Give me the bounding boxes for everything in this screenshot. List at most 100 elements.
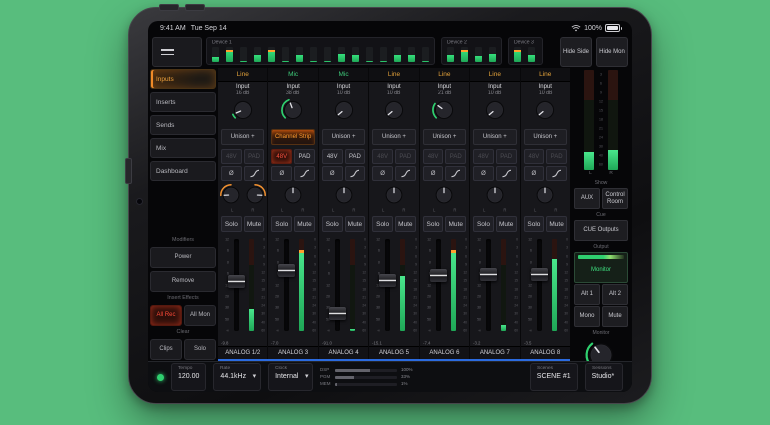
gain-knob[interactable] — [381, 97, 407, 123]
solo-button[interactable]: Solo — [271, 216, 292, 232]
fader-cap[interactable] — [329, 307, 346, 320]
solo-button[interactable]: Solo — [372, 216, 393, 232]
device-tab-1[interactable]: Device 1 — [206, 37, 435, 65]
fader-track[interactable] — [537, 239, 542, 331]
pad-button[interactable]: PAD — [546, 149, 567, 164]
sidebar-item-inputs[interactable]: Inputs — [150, 69, 216, 89]
sidebar-button-solo[interactable]: Solo — [184, 339, 216, 360]
low-cut-button[interactable] — [294, 166, 315, 181]
fader-track[interactable] — [486, 239, 491, 331]
aux-button[interactable]: AUX — [574, 188, 600, 209]
unison-slot-button[interactable]: Unison + — [221, 129, 264, 145]
sidebar-button-power[interactable]: Power — [150, 247, 216, 268]
device-tab-2[interactable]: Device 2 — [441, 37, 502, 65]
phase-button[interactable]: Ø — [473, 166, 494, 181]
phantom-48v-button[interactable]: 48V — [322, 149, 343, 164]
mute-button[interactable]: Mute — [294, 216, 315, 232]
phase-button[interactable]: Ø — [372, 166, 393, 181]
fader-cap[interactable] — [531, 268, 548, 281]
sidebar-item-sends[interactable]: Sends — [150, 115, 216, 135]
fader-cap[interactable] — [278, 264, 295, 277]
solo-button[interactable]: Solo — [221, 216, 242, 232]
phantom-48v-button[interactable]: 48V — [423, 149, 444, 164]
phantom-48v-button[interactable]: 48V — [524, 149, 545, 164]
unison-slot-button[interactable]: Unison + — [473, 129, 516, 145]
mute-button[interactable]: Mute — [244, 216, 265, 232]
gain-knob[interactable] — [431, 97, 457, 123]
sidebar-button-all-rec[interactable]: All Rec — [150, 305, 182, 326]
gain-knob[interactable] — [230, 97, 256, 123]
phase-button[interactable]: Ø — [423, 166, 444, 181]
low-cut-button[interactable] — [496, 166, 517, 181]
fader-cap[interactable] — [379, 274, 396, 287]
unison-slot-button[interactable]: Unison + — [524, 129, 567, 145]
fader-track[interactable] — [436, 239, 441, 331]
pad-button[interactable]: PAD — [496, 149, 517, 164]
fader-track[interactable] — [234, 239, 239, 331]
solo-button[interactable]: Solo — [473, 216, 494, 232]
solo-button[interactable]: Solo — [322, 216, 343, 232]
unison-slot-button[interactable]: Unison + — [372, 129, 415, 145]
phantom-48v-button[interactable]: 48V — [473, 149, 494, 164]
phase-button[interactable]: Ø — [322, 166, 343, 181]
unison-slot-button[interactable]: Unison + — [423, 129, 466, 145]
low-cut-button[interactable] — [345, 166, 366, 181]
unison-slot-button[interactable]: Unison + — [322, 129, 365, 145]
sample-rate-select[interactable]: Rate 44.1kHz ▾ — [213, 363, 261, 391]
phase-button[interactable]: Ø — [271, 166, 292, 181]
solo-button[interactable]: Solo — [524, 216, 545, 232]
pan-knob[interactable] — [219, 183, 243, 207]
mute-button[interactable]: Mute — [395, 216, 416, 232]
pan-knob[interactable] — [332, 183, 356, 207]
phantom-48v-button[interactable]: 48V — [221, 149, 242, 164]
phase-button[interactable]: Ø — [524, 166, 545, 181]
monitor-output-button[interactable]: Monitor — [574, 252, 628, 283]
clock-select[interactable]: Clock Internal ▾ — [268, 363, 313, 391]
sidebar-button-all-mon[interactable]: All Mon — [184, 305, 216, 326]
fader-track[interactable] — [385, 239, 390, 331]
pad-button[interactable]: PAD — [294, 149, 315, 164]
gain-knob[interactable] — [331, 97, 357, 123]
fader-cap[interactable] — [480, 268, 497, 281]
device-tab-3[interactable]: Device 3 — [508, 37, 543, 65]
tempo-box[interactable]: Tempo 120.00 — [171, 363, 206, 391]
gain-knob[interactable] — [482, 97, 508, 123]
mute-button[interactable]: Mute — [546, 216, 567, 232]
mute-button[interactable]: Mute — [496, 216, 517, 232]
pad-button[interactable]: PAD — [345, 149, 366, 164]
pad-button[interactable]: PAD — [244, 149, 265, 164]
scenes-box[interactable]: Scenes SCENE #1 — [530, 363, 578, 391]
hide-side-button[interactable]: Hide Side — [560, 37, 592, 67]
sidebar-item-inserts[interactable]: Inserts — [150, 92, 216, 112]
phantom-48v-button[interactable]: 48V — [271, 149, 292, 164]
menu-button[interactable] — [152, 37, 202, 67]
sidebar-button-remove[interactable]: Remove — [150, 271, 216, 292]
gain-knob[interactable] — [280, 97, 306, 123]
pan-knob[interactable] — [483, 183, 507, 207]
pad-button[interactable]: PAD — [445, 149, 466, 164]
mute-button[interactable]: Mute — [345, 216, 366, 232]
pan-knob[interactable] — [533, 183, 557, 207]
master-mute-button[interactable]: Mute — [602, 306, 628, 327]
unison-slot-button[interactable]: Channel Strip — [271, 129, 314, 145]
phantom-48v-button[interactable]: 48V — [372, 149, 393, 164]
mono-button[interactable]: Mono — [574, 306, 600, 327]
pan-knob[interactable] — [281, 183, 305, 207]
phase-button[interactable]: Ø — [221, 166, 242, 181]
fader-cap[interactable] — [430, 269, 447, 282]
pan-knob[interactable] — [432, 183, 456, 207]
low-cut-button[interactable] — [445, 166, 466, 181]
fader-track[interactable] — [284, 239, 289, 331]
hide-mon-button[interactable]: Hide Mon — [596, 37, 628, 67]
sessions-box[interactable]: Sessions Studio* — [585, 363, 623, 391]
pan-knob[interactable] — [243, 183, 267, 207]
mute-button[interactable]: Mute — [445, 216, 466, 232]
gain-knob[interactable] — [532, 97, 558, 123]
low-cut-button[interactable] — [244, 166, 265, 181]
cue-outputs-button[interactable]: CUE Outputs — [574, 220, 628, 241]
pad-button[interactable]: PAD — [395, 149, 416, 164]
sidebar-item-mix[interactable]: Mix — [150, 138, 216, 158]
fader-track[interactable] — [335, 239, 340, 331]
alt1-button[interactable]: Alt 1 — [574, 284, 600, 305]
alt2-button[interactable]: Alt 2 — [602, 284, 628, 305]
